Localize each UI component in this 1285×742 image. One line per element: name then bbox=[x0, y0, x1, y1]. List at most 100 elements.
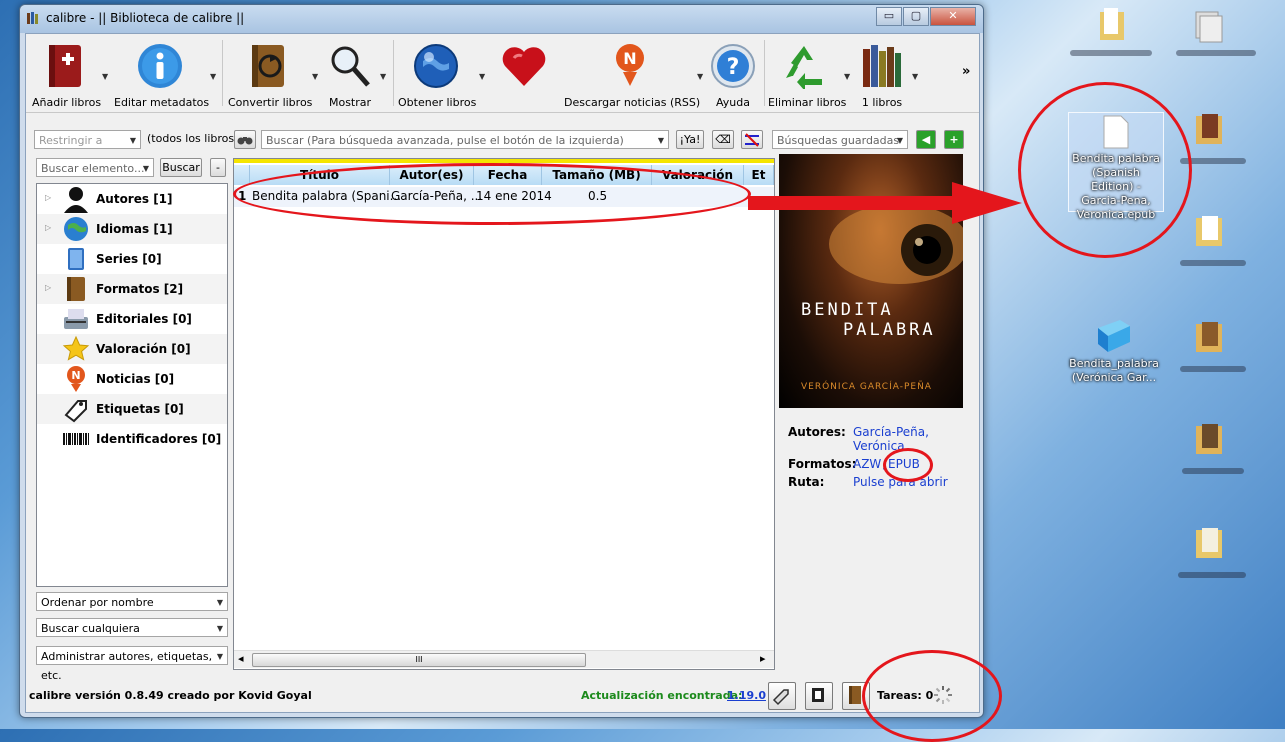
desktop-book-folder[interactable]: Bendita_palabra (Verónica Gar... bbox=[1064, 318, 1164, 385]
tag-category-row[interactable]: Series [0] bbox=[37, 244, 227, 274]
tag-category-row[interactable]: ▷ Formatos [2] bbox=[37, 274, 227, 304]
desktop-folder-icon[interactable] bbox=[1194, 420, 1226, 459]
help-button[interactable]: ? Ayuda bbox=[708, 42, 758, 109]
device-button[interactable] bbox=[768, 682, 796, 710]
tag-category-label: Noticias [0] bbox=[96, 372, 175, 386]
authors-link[interactable]: García-Peña, bbox=[853, 425, 929, 439]
update-link[interactable]: 1.19.0 bbox=[727, 689, 766, 702]
fetch-news-button[interactable]: N Descargar noticias (RSS) bbox=[564, 42, 700, 109]
chevron-down-icon: ▼ bbox=[896, 136, 903, 145]
maximize-button[interactable]: ▢ bbox=[903, 7, 929, 26]
path-label: Ruta: bbox=[788, 475, 825, 489]
find-item-input[interactable]: Buscar elemento... ▼ bbox=[36, 158, 154, 177]
chevron-down-icon: ▼ bbox=[216, 624, 223, 633]
title-bar[interactable]: calibre - || Biblioteca de calibre || ▭ … bbox=[20, 5, 983, 33]
add-saved-search-button[interactable]: + bbox=[944, 130, 964, 149]
desktop-folder-icon[interactable] bbox=[1194, 110, 1226, 149]
tag-category-label: Autores [1] bbox=[96, 192, 173, 206]
search-input[interactable]: Buscar (Para búsqueda avanzada, pulse el… bbox=[261, 130, 669, 149]
news-icon: N bbox=[61, 364, 91, 394]
scroll-right-arrow[interactable]: ▸ bbox=[760, 652, 766, 665]
tag-category-row[interactable]: Editoriales [0] bbox=[37, 304, 227, 334]
annotation-ellipse-epub-format bbox=[883, 448, 933, 482]
cover-flow-icon bbox=[806, 688, 830, 710]
info-icon bbox=[136, 42, 184, 90]
desktop-files-icon[interactable] bbox=[1192, 8, 1228, 47]
typewriter-icon bbox=[61, 304, 91, 334]
book-list: Título Autor(es) Fecha Tamaño (MB) Valor… bbox=[233, 158, 775, 670]
clear-search-button[interactable]: ⌫ bbox=[712, 130, 734, 149]
edit-metadata-button[interactable]: Editar metadatos bbox=[114, 42, 210, 109]
toolbar-overflow-button[interactable]: » bbox=[962, 64, 970, 79]
library-button[interactable]: 1 libros bbox=[856, 42, 908, 109]
svg-text:N: N bbox=[623, 49, 636, 68]
minimize-button[interactable]: ▭ bbox=[876, 7, 902, 26]
collapse-button[interactable]: - bbox=[210, 158, 226, 177]
donate-button[interactable] bbox=[498, 42, 550, 90]
scroll-left-arrow[interactable]: ◂ bbox=[238, 652, 244, 665]
get-books-label: Obtener libros bbox=[398, 96, 477, 109]
cover-flow-button[interactable] bbox=[805, 682, 833, 710]
tag-category-row[interactable]: N Noticias [0] bbox=[37, 364, 227, 394]
fetch-news-dropdown-arrow[interactable]: ▼ bbox=[697, 72, 703, 81]
convert-books-button[interactable]: Convertir libros bbox=[228, 42, 312, 109]
save-search-button[interactable]: ◀ bbox=[916, 130, 936, 149]
toolbar-separator bbox=[222, 40, 223, 106]
tag-category-row[interactable]: ▷ Idiomas [1] bbox=[37, 214, 227, 244]
update-label: Actualización encontrada: bbox=[581, 689, 743, 702]
edit-metadata-label: Editar metadatos bbox=[114, 96, 210, 109]
scroll-thumb[interactable]: III bbox=[252, 653, 586, 667]
strike-icon bbox=[744, 133, 760, 150]
add-book-icon bbox=[41, 42, 89, 90]
tag-browser: ▷ Autores [1] ▷ Idiomas [1] Series [0] ▷ Forma… bbox=[36, 183, 228, 587]
expand-arrow-icon[interactable]: ▷ bbox=[45, 193, 51, 202]
toolbar-separator bbox=[764, 40, 765, 106]
clear-icon: ⌫ bbox=[715, 133, 731, 146]
saved-searches-placeholder: Búsquedas guardadas bbox=[777, 134, 900, 147]
recycle-icon bbox=[780, 42, 828, 90]
view-dropdown-arrow[interactable]: ▼ bbox=[380, 72, 386, 81]
news-icon: N bbox=[606, 42, 654, 90]
cover-title-line2: PALABRA bbox=[843, 320, 936, 340]
restrict-combo[interactable]: Restringir a ▼ bbox=[34, 130, 141, 149]
library-dropdown-arrow[interactable]: ▼ bbox=[912, 72, 918, 81]
tag-category-row[interactable]: Etiquetas [0] bbox=[37, 394, 227, 424]
horizontal-scrollbar[interactable]: ◂ III ▸ bbox=[234, 650, 774, 668]
tag-category-row[interactable]: Identificadores [0] bbox=[37, 424, 227, 454]
get-books-dropdown-arrow[interactable]: ▼ bbox=[479, 72, 485, 81]
close-button[interactable]: ✕ bbox=[930, 7, 976, 26]
plus-icon: + bbox=[949, 133, 959, 146]
expand-arrow-icon[interactable]: ▷ bbox=[45, 283, 51, 292]
convert-dropdown-arrow[interactable]: ▼ bbox=[312, 72, 318, 81]
add-books-button[interactable]: Añadir libros bbox=[32, 42, 101, 109]
advanced-search-button[interactable] bbox=[234, 130, 256, 149]
manage-combo[interactable]: Administrar autores, etiquetas, etc. ▼ bbox=[36, 646, 228, 682]
all-books-label: (todos los libros) bbox=[147, 132, 239, 145]
find-button[interactable]: Buscar bbox=[160, 158, 202, 177]
match-combo[interactable]: Buscar cualquiera ▼ bbox=[36, 618, 228, 637]
saved-searches-combo[interactable]: Búsquedas guardadas ▼ bbox=[772, 130, 908, 149]
add-books-dropdown-arrow[interactable]: ▼ bbox=[102, 72, 108, 81]
sort-by-combo[interactable]: Ordenar por nombre ▼ bbox=[36, 592, 228, 611]
desktop-folder-icon[interactable] bbox=[1098, 6, 1128, 45]
view-label: Mostrar bbox=[328, 96, 372, 109]
format-azw-link[interactable]: AZW bbox=[853, 457, 881, 471]
view-button[interactable]: Mostrar bbox=[322, 42, 378, 109]
globe-icon bbox=[61, 214, 91, 244]
remove-books-dropdown-arrow[interactable]: ▼ bbox=[844, 72, 850, 81]
search-go-button[interactable]: ¡Ya! bbox=[676, 130, 704, 149]
copy-search-button[interactable] bbox=[741, 130, 763, 149]
desktop-folder-icon[interactable] bbox=[1194, 524, 1226, 563]
status-bar: calibre versión 0.8.49 creado por Kovid … bbox=[26, 680, 979, 712]
edit-metadata-dropdown-arrow[interactable]: ▼ bbox=[210, 72, 216, 81]
desktop-folder-icon[interactable] bbox=[1194, 212, 1226, 251]
blurred-label bbox=[1182, 468, 1244, 474]
remove-books-button[interactable]: Eliminar libros bbox=[768, 42, 846, 109]
get-books-button[interactable]: Obtener libros bbox=[398, 42, 477, 109]
expand-arrow-icon[interactable]: ▷ bbox=[45, 223, 51, 232]
blue-book-icon bbox=[1094, 318, 1134, 357]
authors-label: Autores: bbox=[788, 425, 846, 439]
tag-category-row[interactable]: Valoración [0] bbox=[37, 334, 227, 364]
tag-category-row[interactable]: ▷ Autores [1] bbox=[37, 184, 227, 214]
desktop-folder-icon[interactable] bbox=[1194, 318, 1226, 357]
